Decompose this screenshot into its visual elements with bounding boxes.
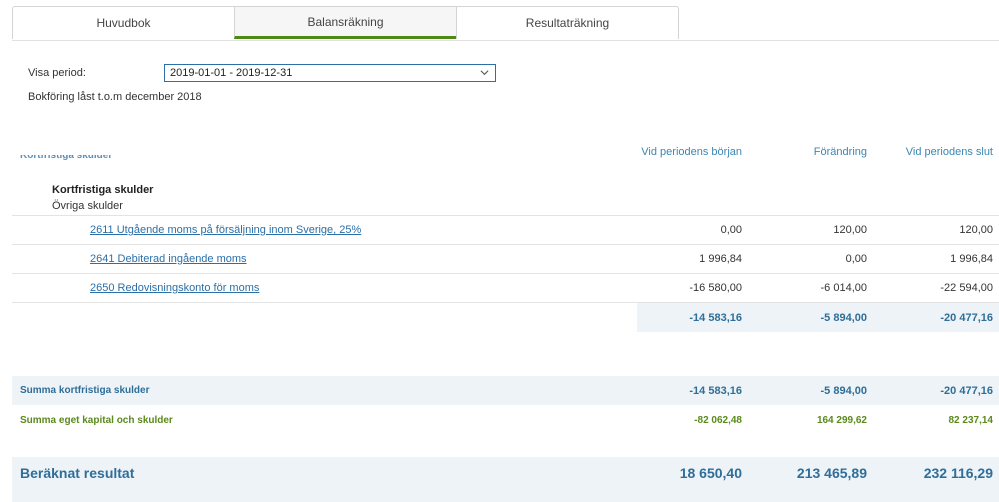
group-subtitle: Övriga skulder [52, 200, 123, 212]
period-select[interactable]: 2019-01-01 - 2019-12-31 [164, 64, 496, 82]
sum-equity-label: Summa eget kapital och skulder [20, 415, 173, 426]
row-end-value: -22 594,00 [940, 282, 993, 294]
sum-equity-end: 82 237,14 [948, 415, 994, 426]
tab-resultatrakning[interactable]: Resultaträkning [456, 6, 679, 39]
row-end-value: 120,00 [959, 224, 993, 236]
result-change: 213 465,89 [796, 465, 867, 481]
sum-equity-change: 164 299,62 [816, 415, 867, 426]
sum-equity-start: -82 062,48 [694, 415, 742, 426]
report-tabs: Huvudbok Balansräkning Resultaträkning [12, 6, 679, 40]
column-header-start: Vid periodens början [641, 146, 742, 158]
row-start-value: 1 996,84 [699, 253, 742, 265]
row-change-value: 0,00 [845, 253, 867, 265]
locked-notice: Bokföring låst t.o.m december 2018 [28, 91, 202, 103]
tab-balansrakning[interactable]: Balansräkning [234, 6, 457, 39]
sum-short-term-label: Summa kortfristiga skulder [20, 385, 150, 396]
row-change-value: 120,00 [833, 224, 867, 236]
row-change-value: -6 014,00 [820, 282, 867, 294]
row-end-value: 1 996,84 [950, 253, 993, 265]
sum-short-term-change: -5 894,00 [820, 385, 867, 397]
chevron-down-icon [480, 70, 489, 76]
period-label: Visa period: [28, 67, 86, 79]
sum-short-term-end: -20 477,16 [940, 385, 993, 397]
tabs-divider [12, 40, 999, 41]
row-divider [12, 244, 999, 245]
period-select-value: 2019-01-01 - 2019-12-31 [170, 67, 293, 79]
column-header-end: Vid periodens slut [905, 146, 993, 158]
group-title: Kortfristiga skulder [52, 184, 154, 196]
subtotal-end: -20 477,16 [940, 312, 993, 324]
result-start: 18 650,40 [679, 465, 742, 481]
column-header-change: Förändring [813, 146, 867, 158]
row-divider [12, 215, 999, 216]
subtotal-start: -14 583,16 [689, 312, 742, 324]
row-start-value: -16 580,00 [689, 282, 742, 294]
section-label-cut: Kortfristiga skulder [20, 155, 113, 161]
result-label: Beräknat resultat [20, 465, 135, 481]
account-link-2641[interactable]: 2641 Debiterad ingående moms [90, 253, 247, 265]
row-divider [12, 273, 999, 274]
sum-short-term-start: -14 583,16 [689, 385, 742, 397]
row-start-value: 0,00 [720, 224, 742, 236]
result-end: 232 116,29 [923, 465, 993, 481]
account-link-2611[interactable]: 2611 Utgående moms på försäljning inom S… [90, 224, 361, 236]
account-link-2650[interactable]: 2650 Redovisningskonto för moms [90, 282, 259, 294]
tab-huvudbok[interactable]: Huvudbok [12, 6, 235, 39]
subtotal-change: -5 894,00 [820, 312, 867, 324]
